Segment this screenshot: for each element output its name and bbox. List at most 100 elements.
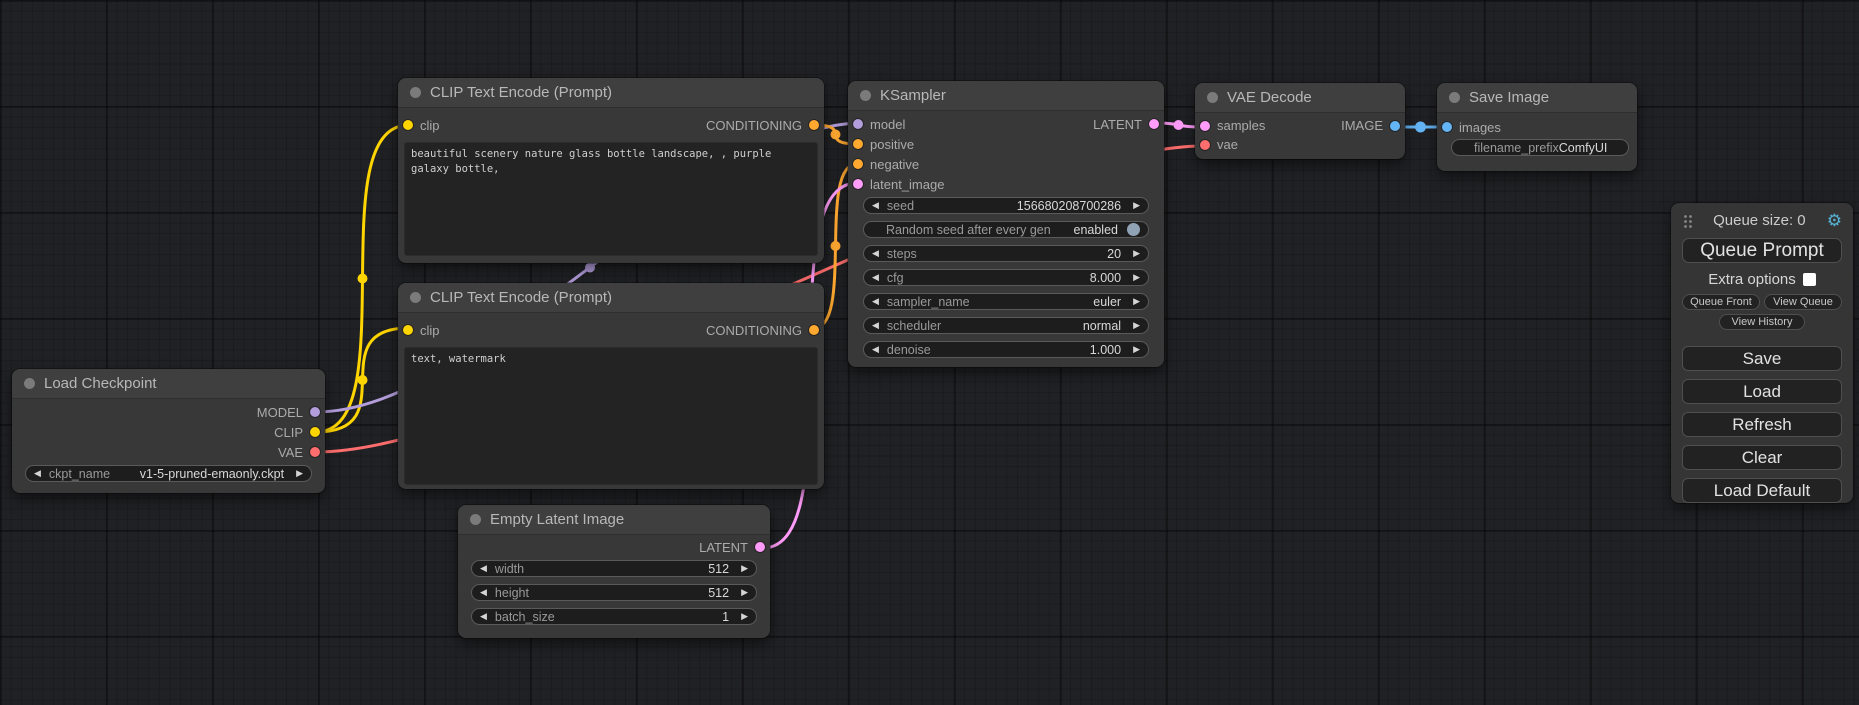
queue-front-button[interactable]: Queue Front (1682, 294, 1760, 310)
widget-filename-prefix[interactable]: filename_prefix ComfyUI (1451, 139, 1629, 156)
queue-size-label: Queue size: 0 (1692, 212, 1827, 229)
output-label: VAE (278, 445, 303, 460)
prompt-textarea[interactable]: beautiful scenery nature glass bottle la… (404, 142, 818, 256)
stepper-left-icon[interactable]: ◀ (872, 321, 879, 330)
output-port-latent[interactable] (755, 542, 765, 552)
collapse-dot-icon[interactable] (860, 90, 871, 101)
node-titlebar[interactable]: VAE Decode (1195, 83, 1405, 113)
widget-batch-size[interactable]: ◀ batch_size 1 ▶ (471, 608, 757, 625)
input-port-images[interactable] (1442, 122, 1452, 132)
input-port-clip[interactable] (403, 325, 413, 335)
output-label: MODEL (257, 405, 303, 420)
settings-gear-icon[interactable]: ⚙ (1827, 212, 1842, 229)
extra-options-checkbox[interactable] (1803, 273, 1816, 286)
node-clip-text-encode-negative: CLIP Text Encode (Prompt) clip CONDITION… (398, 283, 824, 489)
stepper-right-icon[interactable]: ▶ (1133, 321, 1140, 330)
stepper-right-icon[interactable]: ▶ (1133, 273, 1140, 282)
input-port-clip[interactable] (403, 120, 413, 130)
drag-handle-icon[interactable] (1682, 213, 1692, 228)
widget-height[interactable]: ◀ height 512 ▶ (471, 584, 757, 601)
output-port-conditioning[interactable] (809, 120, 819, 130)
node-titlebar[interactable]: CLIP Text Encode (Prompt) (398, 283, 824, 313)
input-label: images (1459, 120, 1501, 135)
stepper-right-icon[interactable]: ▶ (741, 564, 748, 573)
node-empty-latent-image: Empty Latent Image LATENT ◀ width 512 ▶ … (458, 505, 770, 638)
widget-seed[interactable]: ◀ seed 156680208700286 ▶ (863, 197, 1149, 214)
stepper-right-icon[interactable]: ▶ (1133, 345, 1140, 354)
output-port-latent[interactable] (1149, 119, 1159, 129)
node-title: Empty Latent Image (490, 511, 624, 528)
widget-sampler-name[interactable]: ◀ sampler_name euler ▶ (863, 293, 1149, 310)
output-port-clip[interactable] (310, 427, 320, 437)
collapse-dot-icon[interactable] (410, 292, 421, 303)
stepper-right-icon[interactable]: ▶ (741, 588, 748, 597)
collapse-dot-icon[interactable] (470, 514, 481, 525)
collapse-dot-icon[interactable] (1207, 92, 1218, 103)
collapse-dot-icon[interactable] (1449, 92, 1460, 103)
load-default-button[interactable]: Load Default (1682, 478, 1842, 503)
extra-options-label: Extra options (1708, 271, 1796, 288)
node-titlebar[interactable]: Empty Latent Image (458, 505, 770, 535)
output-port-model[interactable] (310, 407, 320, 417)
widget-width[interactable]: ◀ width 512 ▶ (471, 560, 757, 577)
node-title: CLIP Text Encode (Prompt) (430, 84, 612, 101)
load-button[interactable]: Load (1682, 379, 1842, 404)
output-port-vae[interactable] (310, 447, 320, 457)
stepper-left-icon[interactable]: ◀ (872, 297, 879, 306)
widget-random-seed-toggle[interactable]: Random seed after every gen enabled (863, 221, 1149, 238)
stepper-right-icon[interactable]: ▶ (741, 612, 748, 621)
widget-cfg[interactable]: ◀ cfg 8.000 ▶ (863, 269, 1149, 286)
stepper-right-icon[interactable]: ▶ (296, 469, 303, 478)
input-port-vae[interactable] (1200, 140, 1210, 150)
node-title: CLIP Text Encode (Prompt) (430, 289, 612, 306)
stepper-left-icon[interactable]: ◀ (872, 273, 879, 282)
input-port-latent-image[interactable] (853, 179, 863, 189)
output-port-image[interactable] (1390, 121, 1400, 131)
input-port-positive[interactable] (853, 139, 863, 149)
stepper-left-icon[interactable]: ◀ (480, 588, 487, 597)
node-titlebar[interactable]: CLIP Text Encode (Prompt) (398, 78, 824, 108)
view-queue-button[interactable]: View Queue (1764, 294, 1842, 310)
input-label: latent_image (870, 177, 944, 192)
refresh-button[interactable]: Refresh (1682, 412, 1842, 437)
input-port-samples[interactable] (1200, 121, 1210, 131)
link-dot (1174, 120, 1184, 130)
link-dot (585, 263, 595, 273)
widget-ckpt-name[interactable]: ◀ ckpt_name v1-5-pruned-emaonly.ckpt ▶ (25, 465, 312, 482)
stepper-right-icon[interactable]: ▶ (1133, 249, 1140, 258)
save-button[interactable]: Save (1682, 346, 1842, 371)
stepper-left-icon[interactable]: ◀ (872, 345, 879, 354)
node-clip-text-encode-positive: CLIP Text Encode (Prompt) clip CONDITION… (398, 78, 824, 263)
prompt-textarea[interactable]: text, watermark (404, 347, 818, 485)
widget-scheduler[interactable]: ◀ scheduler normal ▶ (863, 317, 1149, 334)
view-history-button[interactable]: View History (1719, 314, 1805, 330)
node-titlebar[interactable]: Load Checkpoint (12, 369, 325, 399)
stepper-right-icon[interactable]: ▶ (1133, 201, 1140, 210)
input-label: negative (870, 157, 919, 172)
link-dot (358, 274, 368, 284)
queue-prompt-button[interactable]: Queue Prompt (1682, 238, 1842, 263)
input-port-model[interactable] (853, 119, 863, 129)
stepper-left-icon[interactable]: ◀ (872, 201, 879, 210)
output-label: IMAGE (1341, 118, 1383, 133)
graph-canvas[interactable]: { "colors": { "model": "#B39DDB", "clip"… (0, 0, 1859, 705)
input-port-negative[interactable] (853, 159, 863, 169)
collapse-dot-icon[interactable] (410, 87, 421, 98)
collapse-dot-icon[interactable] (24, 378, 35, 389)
stepper-left-icon[interactable]: ◀ (480, 612, 487, 621)
stepper-right-icon[interactable]: ▶ (1133, 297, 1140, 306)
toggle-circle-icon[interactable] (1127, 223, 1140, 236)
stepper-left-icon[interactable]: ◀ (872, 249, 879, 258)
clear-button[interactable]: Clear (1682, 445, 1842, 470)
node-titlebar[interactable]: Save Image (1437, 83, 1637, 113)
stepper-left-icon[interactable]: ◀ (480, 564, 487, 573)
widget-denoise[interactable]: ◀ denoise 1.000 ▶ (863, 341, 1149, 358)
node-save-image: Save Image images filename_prefix ComfyU… (1437, 83, 1637, 171)
stepper-left-icon[interactable]: ◀ (34, 469, 41, 478)
link-dot (831, 130, 841, 140)
output-port-conditioning[interactable] (809, 325, 819, 335)
input-label: positive (870, 137, 914, 152)
input-label: clip (420, 323, 440, 338)
node-titlebar[interactable]: KSampler (848, 81, 1164, 111)
widget-steps[interactable]: ◀ steps 20 ▶ (863, 245, 1149, 262)
